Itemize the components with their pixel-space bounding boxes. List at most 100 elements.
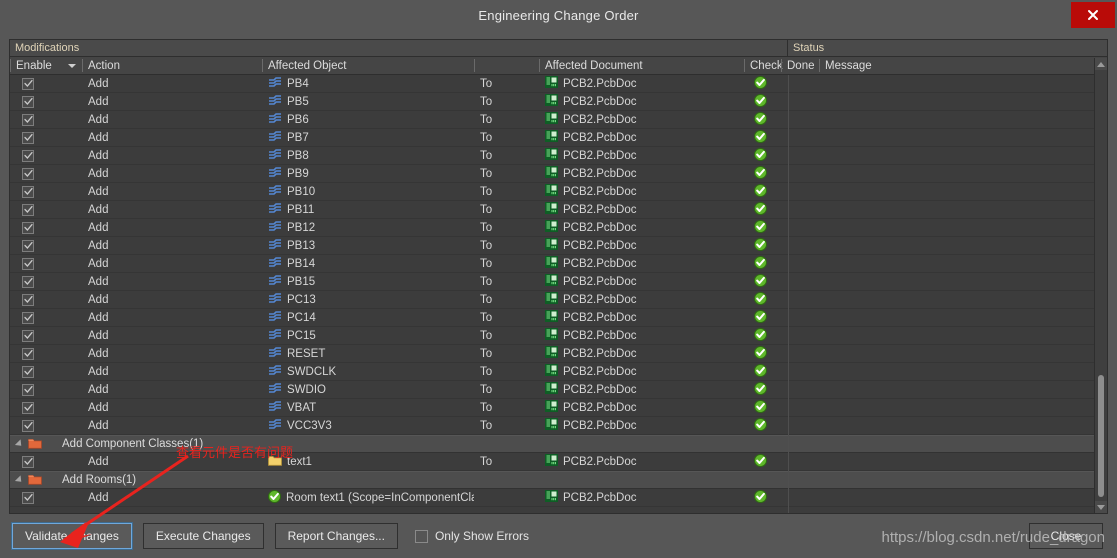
grid-group-row[interactable]: Add Component Classes(1)	[10, 435, 1107, 453]
cell-check	[744, 93, 781, 110]
status-ok-icon	[754, 183, 767, 200]
scroll-up-button[interactable]	[1095, 58, 1107, 70]
cell-enable[interactable]	[10, 93, 82, 110]
row-enable-checkbox[interactable]	[22, 293, 34, 306]
cell-enable[interactable]	[10, 399, 82, 416]
cell-enable[interactable]	[10, 75, 82, 92]
grid-data-row[interactable]: Add PB15 To PCB2.PcbDoc	[10, 273, 1107, 291]
row-enable-checkbox[interactable]	[22, 257, 34, 270]
cell-to: To	[480, 113, 493, 126]
cell-enable[interactable]	[10, 309, 82, 326]
row-enable-checkbox[interactable]	[22, 491, 34, 504]
cell-enable[interactable]	[10, 273, 82, 290]
row-enable-checkbox[interactable]	[22, 275, 34, 288]
cell-enable[interactable]	[10, 381, 82, 398]
row-enable-checkbox[interactable]	[22, 383, 34, 396]
row-enable-checkbox[interactable]	[22, 419, 34, 432]
grid-group-row[interactable]: Add Rooms(1)	[10, 471, 1107, 489]
report-changes-button[interactable]: Report Changes...	[274, 523, 398, 549]
grid-data-row[interactable]: Add SWDIO To PCB2.PcbDoc	[10, 381, 1107, 399]
row-enable-checkbox[interactable]	[22, 221, 34, 234]
validate-changes-button[interactable]: Validate Changes	[11, 522, 133, 550]
grid-data-row[interactable]: Add PB6 To PCB2.PcbDoc	[10, 111, 1107, 129]
column-header-affected-object[interactable]: Affected Object	[262, 57, 474, 74]
grid-data-row[interactable]: Add PB7 To PCB2.PcbDoc	[10, 129, 1107, 147]
grid-data-row[interactable]: Add PB14 To PCB2.PcbDoc	[10, 255, 1107, 273]
scrollbar-thumb[interactable]	[1098, 375, 1104, 497]
only-show-errors-checkbox[interactable]: Only Show Errors	[414, 529, 529, 543]
row-enable-checkbox[interactable]	[22, 401, 34, 414]
row-enable-checkbox[interactable]	[22, 329, 34, 342]
grid-data-row[interactable]: Add VCC3V3 To PCB2.PcbDoc	[10, 417, 1107, 435]
grid-data-row[interactable]: Add PC14 To PCB2.PcbDoc	[10, 309, 1107, 327]
sort-descending-icon[interactable]	[68, 63, 76, 68]
cell-enable[interactable]	[10, 255, 82, 272]
cell-check	[744, 147, 781, 164]
cell-enable[interactable]	[10, 453, 82, 470]
cell-enable[interactable]	[10, 201, 82, 218]
scroll-down-button[interactable]	[1095, 501, 1107, 513]
row-enable-checkbox[interactable]	[22, 185, 34, 198]
cell-enable[interactable]	[10, 183, 82, 200]
grid-data-row[interactable]: Add PB12 To PCB2.PcbDoc	[10, 219, 1107, 237]
execute-changes-button[interactable]: Execute Changes	[142, 523, 264, 549]
cell-affected-document: PCB2.PcbDoc	[539, 363, 744, 380]
grid-data-row[interactable]: Add PB11 To PCB2.PcbDoc	[10, 201, 1107, 219]
column-header-to[interactable]	[474, 57, 539, 74]
grid-data-row[interactable]: Add text1 To PCB2.PcbDoc	[10, 453, 1107, 471]
cell-enable[interactable]	[10, 237, 82, 254]
group-expander[interactable]	[10, 439, 28, 449]
cell-enable[interactable]	[10, 327, 82, 344]
pcb-doc-icon	[545, 238, 558, 253]
grid-data-row[interactable]: Add PC15 To PCB2.PcbDoc	[10, 327, 1107, 345]
column-header-action[interactable]: Action	[82, 57, 262, 74]
grid-data-row[interactable]: Add PB9 To PCB2.PcbDoc	[10, 165, 1107, 183]
row-enable-checkbox[interactable]	[22, 113, 34, 126]
row-enable-checkbox[interactable]	[22, 365, 34, 378]
close-button[interactable]: Close	[1029, 523, 1103, 549]
row-enable-checkbox[interactable]	[22, 311, 34, 324]
row-enable-checkbox[interactable]	[22, 77, 34, 90]
grid-data-row[interactable]: Add PB4 To PCB2.PcbDoc	[10, 75, 1107, 93]
row-enable-checkbox[interactable]	[22, 131, 34, 144]
window-close-button[interactable]	[1071, 2, 1115, 28]
row-enable-checkbox[interactable]	[22, 149, 34, 162]
cell-enable[interactable]	[10, 147, 82, 164]
grid-data-row[interactable]: Add RESET To PCB2.PcbDoc	[10, 345, 1107, 363]
cell-enable[interactable]	[10, 363, 82, 380]
group-expander[interactable]	[10, 475, 28, 485]
grid-data-row[interactable]: Add PB5 To PCB2.PcbDoc	[10, 93, 1107, 111]
cell-enable[interactable]	[10, 345, 82, 362]
grid-data-row[interactable]: Add PC13 To PCB2.PcbDoc	[10, 291, 1107, 309]
affected-object-label: PC15	[287, 329, 316, 342]
cell-enable[interactable]	[10, 129, 82, 146]
cell-enable[interactable]	[10, 489, 82, 506]
row-enable-checkbox[interactable]	[22, 95, 34, 108]
cell-enable[interactable]	[10, 111, 82, 128]
grid-data-row[interactable]: Add PB13 To PCB2.PcbDoc	[10, 237, 1107, 255]
cell-enable[interactable]	[10, 417, 82, 434]
column-header-check[interactable]: Check	[744, 57, 783, 74]
cell-action: Add	[88, 383, 109, 396]
cell-enable[interactable]	[10, 219, 82, 236]
cell-enable[interactable]	[10, 165, 82, 182]
grid-data-row[interactable]: Add VBAT To PCB2.PcbDoc	[10, 399, 1107, 417]
column-header-done[interactable]: Done	[781, 57, 819, 74]
row-enable-checkbox[interactable]	[22, 167, 34, 180]
row-enable-checkbox[interactable]	[22, 455, 34, 468]
cell-to: To	[480, 95, 493, 108]
grid-data-row[interactable]: Add Room text1 (Scope=InComponentCla To PC…	[10, 489, 1107, 507]
row-enable-checkbox[interactable]	[22, 203, 34, 216]
grid-data-row[interactable]: Add PB8 To PCB2.PcbDoc	[10, 147, 1107, 165]
grid-data-row[interactable]: Add PB10 To PCB2.PcbDoc	[10, 183, 1107, 201]
column-header-message[interactable]: Message	[819, 57, 1107, 74]
column-header-affected-document[interactable]: Affected Document	[539, 57, 744, 74]
only-show-errors-box[interactable]	[414, 529, 428, 543]
vertical-scrollbar[interactable]	[1094, 58, 1107, 513]
grid-data-row[interactable]: Add SWDCLK To PCB2.PcbDoc	[10, 363, 1107, 381]
scrollbar-track[interactable]	[1095, 70, 1107, 501]
column-header-enable[interactable]: Enable	[10, 57, 82, 74]
row-enable-checkbox[interactable]	[22, 347, 34, 360]
row-enable-checkbox[interactable]	[22, 239, 34, 252]
cell-enable[interactable]	[10, 291, 82, 308]
